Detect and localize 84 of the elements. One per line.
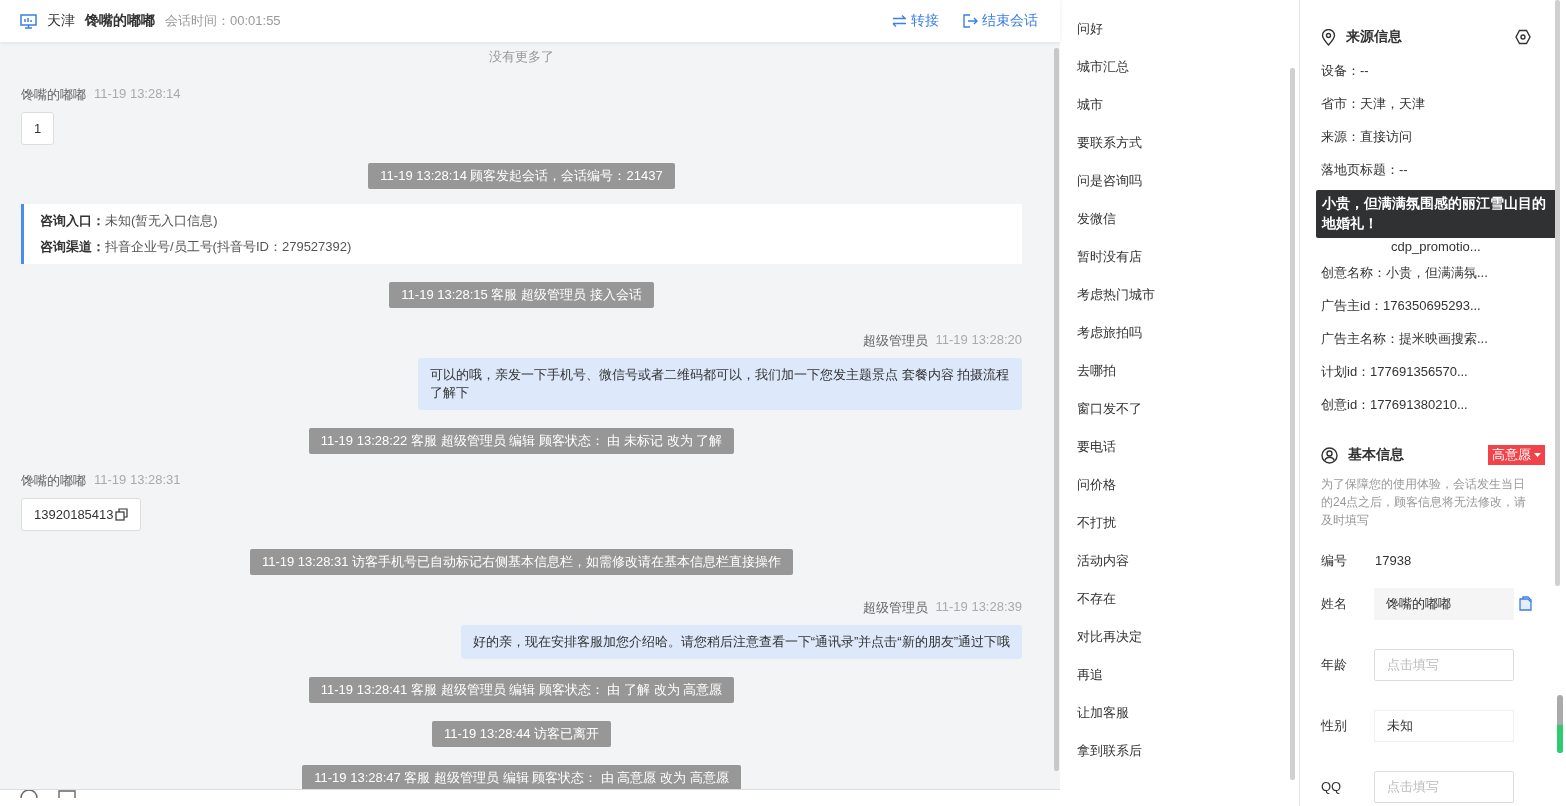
quick-reply-item[interactable]: 考虑旅拍吗: [1077, 314, 1290, 352]
quick-reply-item[interactable]: 不打扰: [1077, 504, 1290, 542]
sender-name: 超级管理员: [862, 332, 928, 350]
source-field: 省市：天津，天津: [1321, 87, 1555, 120]
quick-reply-item[interactable]: 问好: [1077, 10, 1290, 48]
status-dropdown[interactable]: 高意愿: [1488, 445, 1545, 465]
source-field: 创意名称：小贵，但满满氛...: [1321, 256, 1555, 289]
field-label: QQ: [1321, 779, 1343, 794]
quick-reply-item[interactable]: 要联系方式: [1077, 124, 1290, 162]
input-field[interactable]: 点击填写: [1374, 770, 1514, 803]
source-field: 设备：--: [1321, 54, 1555, 87]
message-bubble: 13920185413: [21, 498, 141, 531]
quick-reply-item[interactable]: 城市: [1077, 86, 1290, 124]
message-bubble: 1: [21, 112, 55, 145]
customer-name: 馋嘴的嘟嘟: [85, 12, 155, 30]
system-notice: 11-19 13:28:22 客服 超级管理员 编辑 顾客状态： 由 未标记 改为 了解: [308, 428, 735, 454]
field-value: 17938: [1374, 553, 1412, 568]
caret-icon: [1534, 453, 1541, 457]
copy-icon[interactable]: [114, 508, 128, 521]
message-time: 11-19 13:28:31: [94, 472, 181, 489]
exit-icon: [963, 14, 978, 28]
sender-name: 馋嘴的嘟嘟: [21, 86, 86, 104]
sender-name: 馋嘴的嘟嘟: [21, 472, 86, 490]
section-title: 基本信息: [1348, 446, 1404, 464]
message-time: 11-19 13:28:14: [94, 86, 181, 103]
source-field: 广告主id：176350695293...: [1321, 289, 1555, 322]
field-label: 年龄: [1321, 655, 1348, 674]
source-field: 广告主名称：提米映画搜索...: [1321, 322, 1555, 355]
location-label: 天津: [47, 12, 75, 30]
source-field: 落地页标题：--: [1321, 153, 1555, 186]
field-label: 咨询渠道：: [40, 239, 105, 254]
system-notice: 11-19 13:28:41 客服 超级管理员 编辑 顾客状态： 由 了解 改为 高意愿: [308, 677, 735, 703]
input-field[interactable]: 点击填写: [1374, 648, 1514, 681]
quick-reply-item[interactable]: 城市汇总: [1077, 48, 1290, 86]
settings-icon[interactable]: [1515, 29, 1531, 45]
message-bubble: 好的亲，现在安排客服加您介绍哈。请您稍后注意查看一下“通讯录”并点击“新的朋友”通过下哦: [460, 625, 1022, 659]
sender-name: 超级管理员: [862, 599, 928, 617]
message-time: 11-19 13:28:39: [935, 599, 1022, 616]
select-field[interactable]: 未知: [1374, 709, 1514, 742]
quick-reply-item[interactable]: 拿到联系后: [1077, 732, 1290, 770]
scroll-indicator: [1557, 695, 1563, 753]
quick-reply-item[interactable]: 再追: [1077, 656, 1290, 694]
source-field: 来源：直接访问: [1321, 120, 1555, 153]
no-more-label: 没有更多了: [489, 48, 554, 66]
copy-icon[interactable]: [1519, 596, 1532, 611]
location-pin-icon: [1321, 28, 1336, 46]
system-notice: 11-19 13:28:15 客服 超级管理员 接入会话: [389, 282, 654, 308]
field-label: 编号: [1321, 551, 1348, 570]
name-field: 馋嘴的嘟嘟: [1374, 587, 1514, 620]
quick-reply-item[interactable]: 要电话: [1077, 428, 1290, 466]
notice-text: 为了保障您的使用体验，会话发生当日的24点之后，顾客信息将无法修改，请及时填写: [1321, 476, 1528, 529]
source-field: 创意id：177691380210...: [1321, 388, 1555, 421]
field-label: 姓名: [1321, 594, 1348, 613]
quick-reply-item[interactable]: 考虑热门城市: [1077, 276, 1290, 314]
transfer-button[interactable]: 转接: [892, 12, 939, 30]
field-label: 性别: [1321, 716, 1348, 735]
quick-reply-item[interactable]: 暂时没有店: [1077, 238, 1290, 276]
message-time: 11-19 13:28:20: [935, 332, 1022, 349]
system-notice: 11-19 13:28:14 顾客发起会话，会话编号：21437: [368, 163, 675, 189]
tooltip: 小贵，但满满氛围感的丽江雪山目的地婚礼！: [1316, 190, 1555, 238]
section-title: 来源信息: [1346, 28, 1402, 46]
field-value: 未知(暂无入口信息): [105, 213, 218, 228]
swap-icon: [892, 15, 907, 27]
session-duration: 会话时间：00:01:55: [165, 12, 281, 30]
quick-reply-item[interactable]: 发微信: [1077, 200, 1290, 238]
source-field: 计划id：177691356570...: [1321, 355, 1555, 388]
source-field: cdp_promotio...: [1321, 238, 1555, 256]
quick-reply-item[interactable]: 问价格: [1077, 466, 1290, 504]
quick-reply-item[interactable]: 活动内容: [1077, 542, 1290, 580]
quick-reply-item[interactable]: 不存在: [1077, 580, 1290, 618]
field-label: 咨询入口：: [40, 213, 105, 228]
end-session-button[interactable]: 结束会话: [963, 12, 1038, 30]
quick-reply-item[interactable]: 问是咨询吗: [1077, 162, 1290, 200]
quick-reply-item[interactable]: 让加客服: [1077, 694, 1290, 732]
quick-reply-item[interactable]: 去哪拍: [1077, 352, 1290, 390]
system-notice: 11-19 13:28:47 客服 超级管理员 编辑 顾客状态： 由 高意愿 改为 高意愿: [302, 765, 741, 789]
quick-reply-item[interactable]: 窗口发不了: [1077, 390, 1290, 428]
system-notice: 11-19 13:28:44 访客已离开: [431, 721, 612, 747]
monitor-icon: [20, 13, 37, 29]
system-notice: 11-19 13:28:31 访客手机号已自动标记右侧基本信息栏，如需修改请在基本信息栏直接操作: [249, 549, 794, 575]
field-value: 抖音企业号/员工号(抖音号ID：279527392): [105, 239, 352, 254]
user-icon: [1321, 446, 1338, 464]
message-bubble: 可以的哦，亲发一下手机号、微信号或者二维码都可以，我们加一下您发主题景点 套餐内容 拍摄流程了解下: [418, 358, 1022, 410]
quick-reply-item[interactable]: 对比再决定: [1077, 618, 1290, 656]
